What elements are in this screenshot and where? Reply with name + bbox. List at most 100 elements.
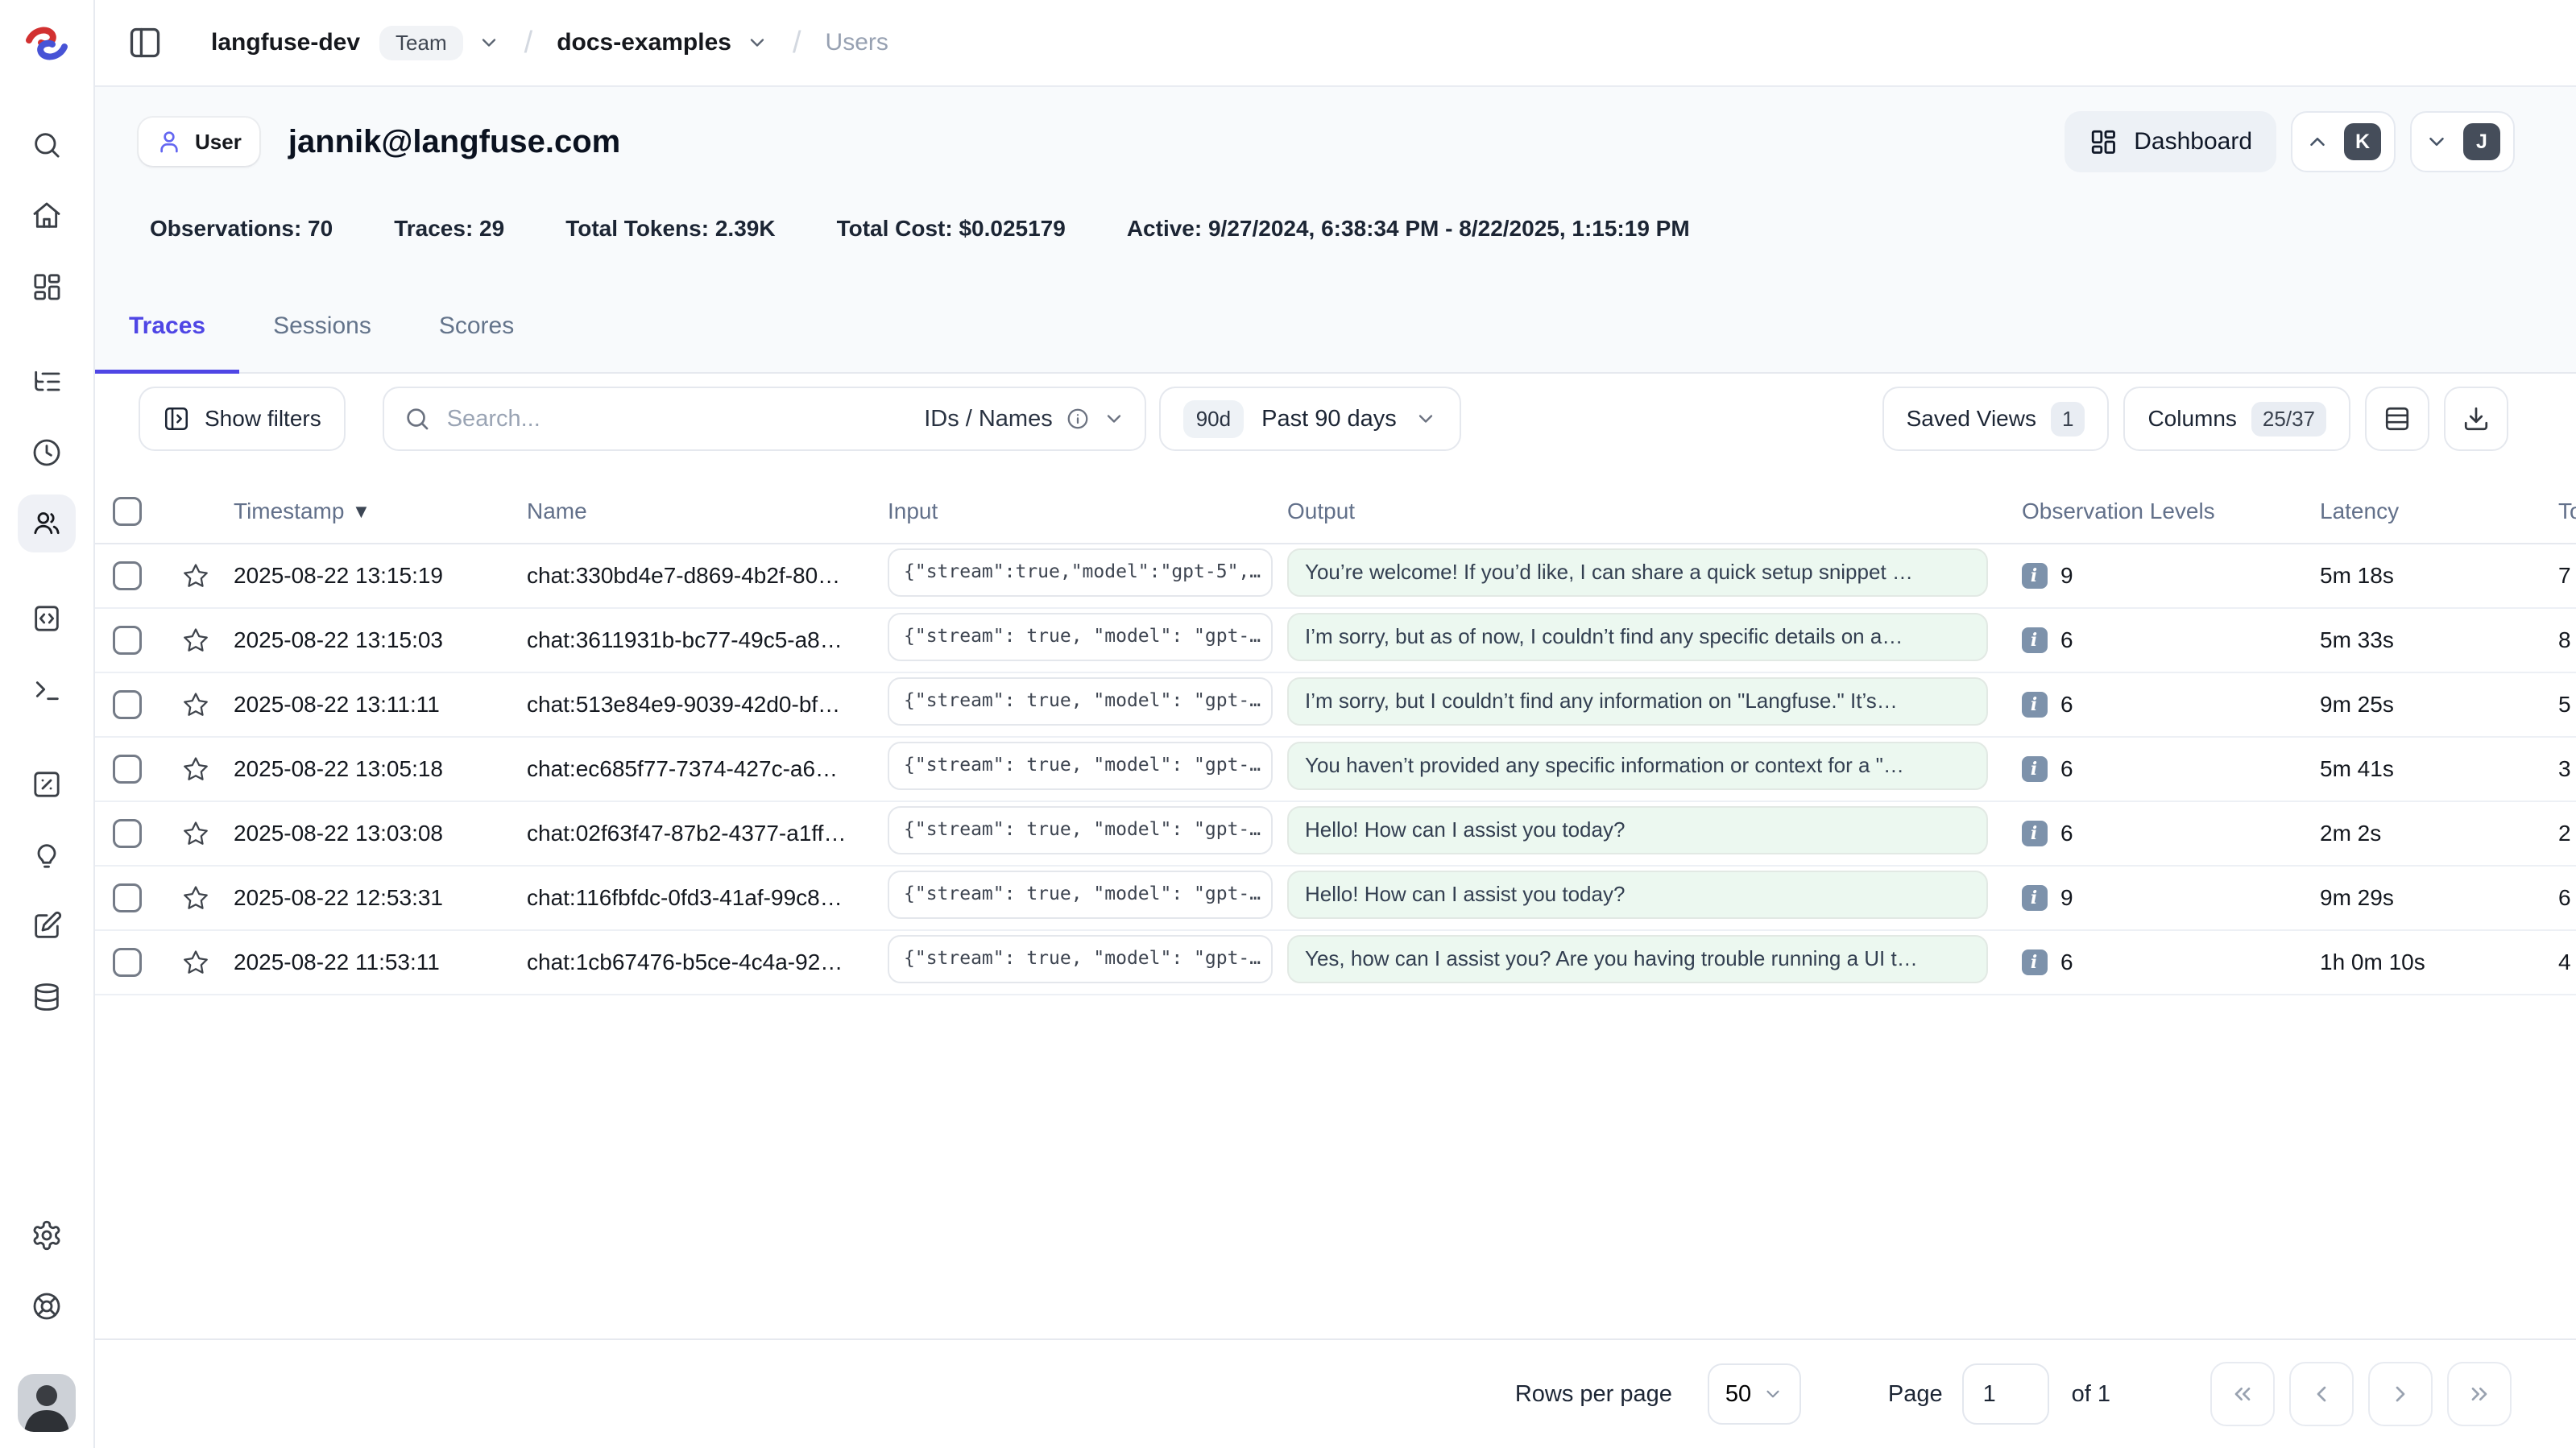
sidebar-item-users[interactable] <box>18 494 76 552</box>
sidebar-item-search[interactable] <box>18 116 76 174</box>
prev-page-button[interactable] <box>2289 1362 2354 1426</box>
sidebar-item-support[interactable] <box>18 1277 76 1335</box>
row-checkbox[interactable] <box>113 948 142 977</box>
bookmark-star-icon[interactable] <box>182 949 209 976</box>
table-row[interactable]: 2025-08-22 13:03:08 chat:02f63f47-87b2-4… <box>95 802 2576 867</box>
tab-traces[interactable]: Traces <box>95 312 239 372</box>
tab-sessions[interactable]: Sessions <box>239 312 405 372</box>
sidebar-item-insights[interactable] <box>18 826 76 884</box>
row-checkbox[interactable] <box>113 626 142 655</box>
trace-output-preview[interactable]: Hello! How can I assist you today? <box>1287 871 1988 919</box>
rows-per-page-select[interactable]: 50 <box>1708 1363 1801 1425</box>
sidebar-item-prompts[interactable] <box>18 590 76 647</box>
trace-timestamp[interactable]: 2025-08-22 13:05:18 <box>234 756 527 782</box>
select-all-checkbox[interactable] <box>113 497 142 526</box>
sidebar-item-sessions[interactable] <box>18 424 76 482</box>
table-row[interactable]: 2025-08-22 13:05:18 chat:ec685f77-7374-4… <box>95 738 2576 802</box>
trace-timestamp[interactable]: 2025-08-22 13:15:19 <box>234 563 527 589</box>
timestamp-column-header[interactable]: Timestamp ▼ <box>234 499 527 524</box>
sidebar-item-evaluations[interactable] <box>18 755 76 813</box>
table-row[interactable]: 2025-08-22 11:53:11 chat:1cb67476-b5ce-4… <box>95 931 2576 995</box>
bookmark-star-icon[interactable] <box>182 755 209 783</box>
time-range-selector[interactable]: 90d Past 90 days <box>1159 387 1461 451</box>
trace-name[interactable]: chat:116fbfdc-0fd3-41af-99c8… <box>527 885 888 911</box>
sidebar-item-home[interactable] <box>18 187 76 245</box>
sidebar-item-dashboards[interactable] <box>18 258 76 316</box>
langfuse-logo[interactable] <box>23 23 71 64</box>
export-button[interactable] <box>2444 387 2508 451</box>
bookmark-star-icon[interactable] <box>182 884 209 912</box>
saved-views-count: 1 <box>2051 402 2085 436</box>
trace-timestamp[interactable]: 2025-08-22 13:11:11 <box>234 692 527 718</box>
page-number-input[interactable] <box>1962 1363 2049 1425</box>
tab-scores[interactable]: Scores <box>405 312 548 372</box>
users-icon <box>31 507 63 540</box>
table-row[interactable]: 2025-08-22 13:11:11 chat:513e84e9-9039-4… <box>95 673 2576 738</box>
trace-output-preview[interactable]: You haven’t provided any specific inform… <box>1287 742 1988 790</box>
saved-views-button[interactable]: Saved Views 1 <box>1882 387 2110 451</box>
trace-name[interactable]: chat:ec685f77-7374-427c-a6… <box>527 756 888 782</box>
knot-logo-icon <box>23 23 71 64</box>
bookmark-star-icon[interactable] <box>182 820 209 847</box>
trace-latency: 1h 0m 10s <box>2320 949 2529 975</box>
row-checkbox[interactable] <box>113 819 142 848</box>
show-filters-button[interactable]: Show filters <box>139 387 346 451</box>
breadcrumb-project[interactable]: docs-examples <box>557 29 768 56</box>
filter-bar-right: Saved Views 1 Columns 25/37 <box>1882 387 2508 451</box>
bookmark-star-icon[interactable] <box>182 627 209 654</box>
trace-input-preview[interactable]: {"stream":true,"model":"gpt-5",… <box>888 548 1273 597</box>
breadcrumb-organization[interactable]: langfuse-dev Team <box>211 26 500 60</box>
row-height-button[interactable] <box>2365 387 2429 451</box>
trace-output-preview[interactable]: Yes, how can I assist you? Are you havin… <box>1287 935 1988 983</box>
trace-name[interactable]: chat:3611931b-bc77-49c5-a8… <box>527 627 888 653</box>
trace-timestamp[interactable]: 2025-08-22 12:53:31 <box>234 885 527 911</box>
bookmark-star-icon[interactable] <box>182 562 209 590</box>
sidebar-item-annotations[interactable] <box>18 897 76 955</box>
trace-output-preview[interactable]: You’re welcome! If you’d like, I can sha… <box>1287 548 1988 597</box>
sidebar-item-settings[interactable] <box>18 1206 76 1264</box>
table-row[interactable]: 2025-08-22 13:15:19 chat:330bd4e7-d869-4… <box>95 544 2576 609</box>
sidebar-nav <box>18 116 76 1039</box>
row-checkbox[interactable] <box>113 883 142 912</box>
search-scope-selector[interactable]: IDs / Names <box>924 406 1125 432</box>
sidebar-item-tracing[interactable] <box>18 353 76 411</box>
next-page-button[interactable] <box>2368 1362 2433 1426</box>
next-item-button[interactable]: J <box>2410 111 2515 172</box>
trace-input-preview[interactable]: {"stream": true, "model": "gpt-… <box>888 742 1273 790</box>
trace-timestamp[interactable]: 2025-08-22 13:15:03 <box>234 627 527 653</box>
trace-name[interactable]: chat:1cb67476-b5ce-4c4a-92… <box>527 949 888 975</box>
sidebar-toggle-button[interactable] <box>121 19 169 67</box>
trace-timestamp[interactable]: 2025-08-22 11:53:11 <box>234 949 527 975</box>
trace-output-preview[interactable]: I’m sorry, but I couldn’t find any infor… <box>1287 677 1988 726</box>
trace-name[interactable]: chat:330bd4e7-d869-4b2f-80… <box>527 563 888 589</box>
trace-output-preview[interactable]: I’m sorry, but as of now, I couldn’t fin… <box>1287 613 1988 661</box>
prev-item-button[interactable]: K <box>2291 111 2396 172</box>
row-checkbox[interactable] <box>113 690 142 719</box>
columns-button[interactable]: Columns 25/37 <box>2123 387 2350 451</box>
trace-input-preview[interactable]: {"stream": true, "model": "gpt-… <box>888 935 1273 983</box>
trace-latency: 5m 18s <box>2320 563 2529 589</box>
trace-name[interactable]: chat:02f63f47-87b2-4377-a1ff… <box>527 821 888 846</box>
dashboard-button[interactable]: Dashboard <box>2065 111 2276 172</box>
first-page-button[interactable] <box>2210 1362 2275 1426</box>
trace-input-preview[interactable]: {"stream": true, "model": "gpt-… <box>888 871 1273 919</box>
person-icon <box>156 129 182 155</box>
trace-input-preview[interactable]: {"stream": true, "model": "gpt-… <box>888 613 1273 661</box>
row-checkbox[interactable] <box>113 561 142 590</box>
search-input[interactable] <box>447 406 924 432</box>
row-checkbox[interactable] <box>113 755 142 784</box>
bookmark-star-icon[interactable] <box>182 691 209 718</box>
trace-input-preview[interactable]: {"stream": true, "model": "gpt-… <box>888 806 1273 854</box>
trace-input-preview[interactable]: {"stream": true, "model": "gpt-… <box>888 677 1273 726</box>
sidebar-item-datasets[interactable] <box>18 968 76 1026</box>
last-page-button[interactable] <box>2447 1362 2512 1426</box>
table-row[interactable]: 2025-08-22 13:15:03 chat:3611931b-bc77-4… <box>95 609 2576 673</box>
trace-tokens: 5 <box>2529 692 2576 718</box>
page-title: jannik@langfuse.com <box>288 124 620 160</box>
trace-name[interactable]: chat:513e84e9-9039-42d0-bf… <box>527 692 888 718</box>
user-avatar[interactable] <box>18 1374 76 1432</box>
sidebar-item-playground[interactable] <box>18 660 76 718</box>
trace-output-preview[interactable]: Hello! How can I assist you today? <box>1287 806 1988 854</box>
trace-timestamp[interactable]: 2025-08-22 13:03:08 <box>234 821 527 846</box>
table-row[interactable]: 2025-08-22 12:53:31 chat:116fbfdc-0fd3-4… <box>95 867 2576 931</box>
